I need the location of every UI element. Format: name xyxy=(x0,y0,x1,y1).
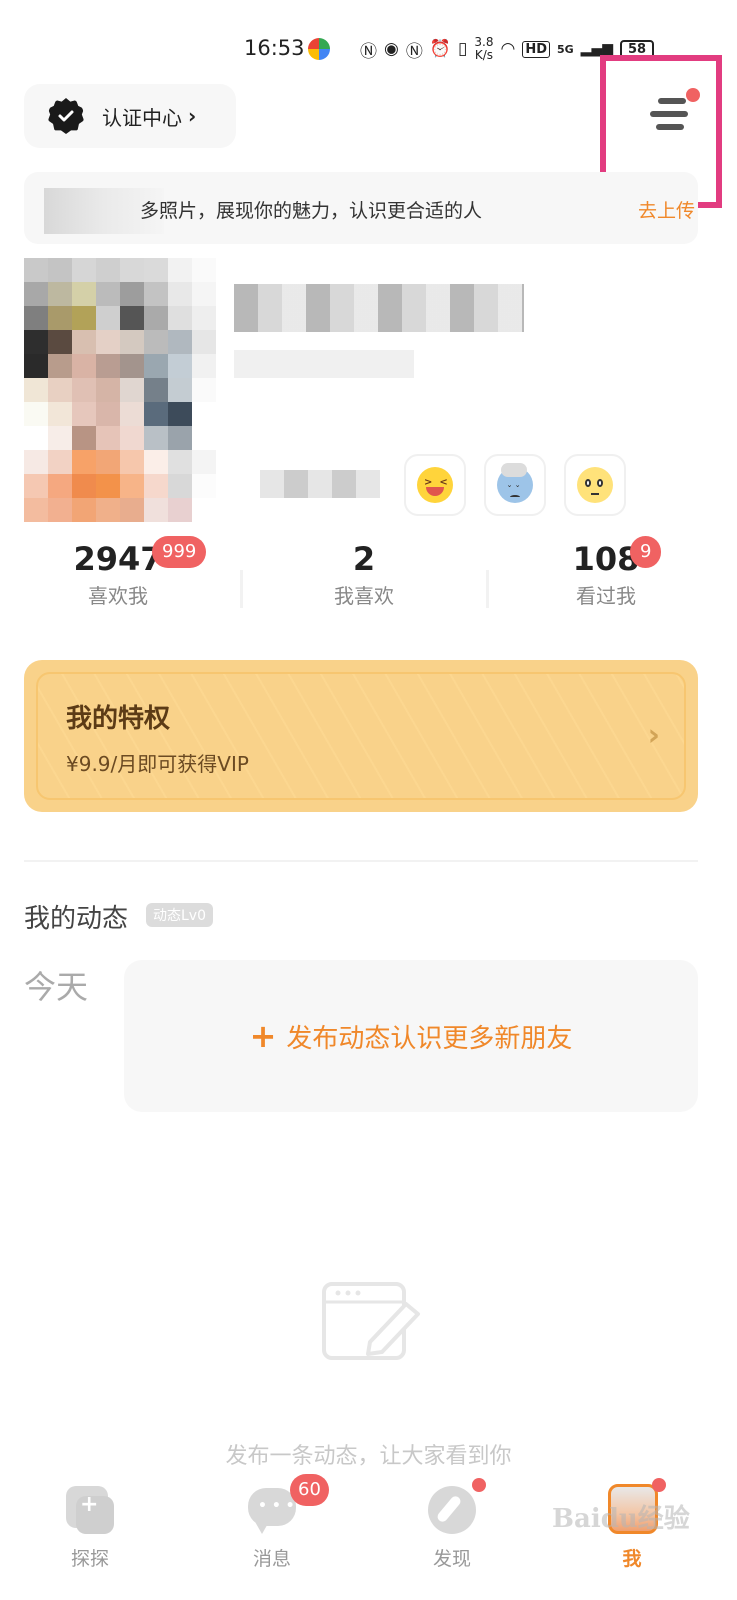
hd-label: HD xyxy=(522,40,550,58)
stat-divider xyxy=(486,570,489,608)
sad-cloud-emoji-icon: ˇ ˇ xyxy=(497,463,533,503)
nfc-icon: Ⓝ xyxy=(360,41,377,62)
vip-privilege-card[interactable]: 我的特权 ¥9.9/月即可获得VIP › xyxy=(24,660,698,812)
me-notification-dot xyxy=(652,1478,666,1492)
mood-chip-sad[interactable]: ˇ ˇ xyxy=(484,454,546,516)
empty-note-icon xyxy=(322,1282,422,1362)
signal-label: 5G xyxy=(556,42,574,56)
upload-banner-text: 多照片，展现你的魅力，认识更合适的人 xyxy=(140,200,483,222)
stats-row: 2947 喜欢我 999 2 我喜欢 108 看过我 9 xyxy=(0,536,737,630)
vip-card-pattern xyxy=(36,672,686,800)
status-time: 16:53 xyxy=(244,36,305,60)
tab-me-label: 我 xyxy=(622,1548,642,1570)
app-notification-icon xyxy=(308,38,330,60)
section-divider xyxy=(24,860,698,862)
alarm-icon: ⏰ xyxy=(429,39,452,59)
empty-moments-text: 发布一条动态，让大家看到你 xyxy=(225,1444,512,1469)
messages-badge: 60 xyxy=(290,1474,329,1506)
today-label: 今天 xyxy=(24,968,89,1006)
n-icon: Ⓝ xyxy=(405,41,423,62)
stat-i-like-value: 2 xyxy=(352,540,376,578)
network-speed: 3.8 K/s xyxy=(474,35,494,62)
profile-info-blurred xyxy=(234,350,414,378)
tab-messages-label: 消息 xyxy=(252,1548,291,1570)
watermark-logo: Baidu经验 xyxy=(552,1504,690,1534)
avatar[interactable] xyxy=(24,258,216,522)
upload-photo-banner[interactable]: 多照片，展现你的魅力，认识更合适的人 去上传 xyxy=(24,172,698,244)
stat-viewed-me-label: 看过我 xyxy=(576,584,636,608)
vip-subtitle: ¥9.9/月即可获得VIP xyxy=(66,752,249,776)
tab-discover-label: 发现 xyxy=(432,1548,471,1570)
publish-moment-button[interactable]: + 发布动态认识更多新朋友 xyxy=(124,960,698,1112)
eye-icon: ◉ xyxy=(384,39,399,59)
tab-tantan-label: 探探 xyxy=(70,1548,109,1570)
profile-section: > < ˇ ˇ xyxy=(24,258,626,528)
upload-link[interactable]: 去上传 xyxy=(638,196,695,223)
laughing-emoji-icon: > < xyxy=(417,467,453,503)
tab-discover[interactable]: 发现 xyxy=(392,1480,512,1571)
publish-moment-label: 发布动态认识更多新朋友 xyxy=(286,1023,573,1054)
mood-chip-laugh[interactable]: > < xyxy=(404,454,466,516)
tantan-icon: + xyxy=(62,1480,118,1536)
plus-icon: + xyxy=(249,1017,277,1055)
verified-badge-icon xyxy=(48,98,84,134)
cert-center-button[interactable]: 认证中心 › xyxy=(24,84,236,148)
stat-i-like[interactable]: 2 我喜欢 xyxy=(274,540,454,609)
discover-notification-dot xyxy=(472,1478,486,1492)
moments-title: 我的动态 xyxy=(24,904,129,934)
stat-likes-me-label: 喜欢我 xyxy=(88,584,148,608)
mood-chip-shy[interactable] xyxy=(564,454,626,516)
vip-title: 我的特权 xyxy=(66,704,171,734)
stat-viewed-me[interactable]: 108 看过我 xyxy=(516,540,696,609)
chevron-right-icon: › xyxy=(647,718,660,753)
username-blurred xyxy=(234,284,524,332)
stat-i-like-label: 我喜欢 xyxy=(334,584,394,608)
chevron-right-icon: › xyxy=(188,104,197,128)
profile-tag-blurred xyxy=(260,470,380,498)
compass-icon xyxy=(424,1480,480,1536)
shy-emoji-icon xyxy=(577,467,613,503)
cert-center-label: 认证中心 xyxy=(102,105,182,130)
likes-me-badge: 999 xyxy=(152,536,207,568)
stat-divider xyxy=(240,570,243,608)
vibrate-icon: ▯ xyxy=(458,39,468,59)
wifi-icon: ◠ xyxy=(500,39,516,59)
stat-viewed-me-value: 108 xyxy=(572,540,640,578)
bottom-tab-bar: + 探探 • • • 消息 60 发现 我 xyxy=(0,1470,737,1600)
tab-tantan[interactable]: + 探探 xyxy=(30,1480,150,1571)
moments-level-badge: 动态Lv0 xyxy=(146,903,213,927)
